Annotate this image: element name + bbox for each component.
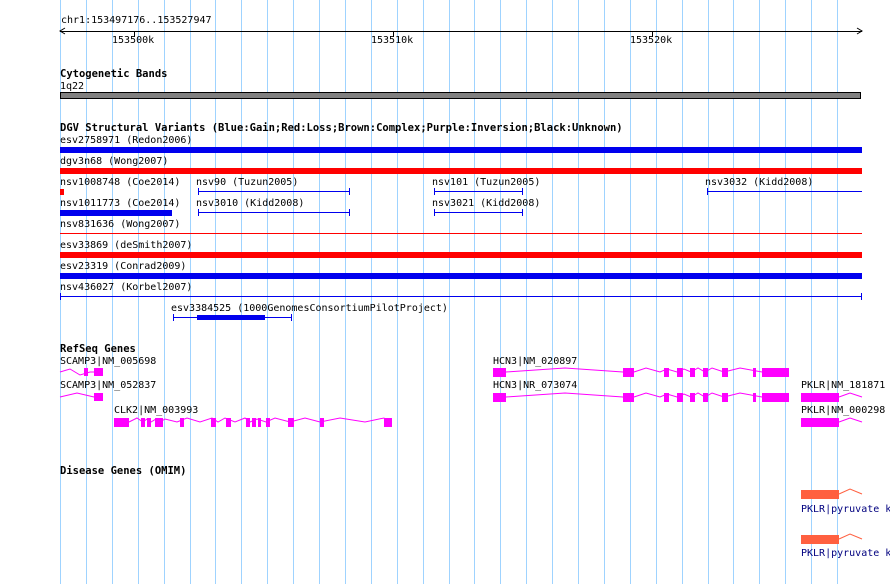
genome-browser-panel: chr1:153497176..153527947 153500k 153510… (0, 0, 890, 584)
gene-intron (838, 533, 863, 540)
omim-gene-label: PKLR|pyruvate k (801, 548, 890, 559)
gene-exon (801, 535, 839, 544)
